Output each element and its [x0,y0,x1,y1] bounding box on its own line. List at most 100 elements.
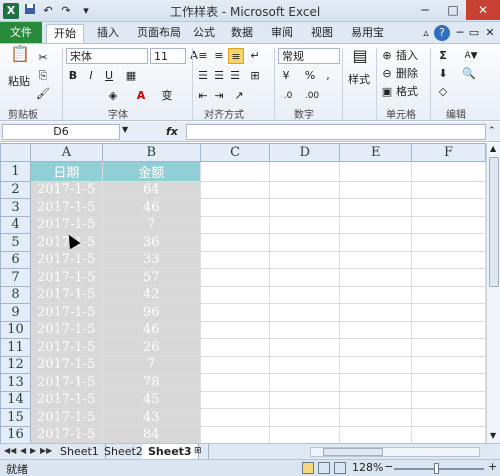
merge-cells-icon[interactable]: ⊞ [248,68,262,84]
name-box[interactable]: D6 [2,124,120,140]
empty-cell[interactable] [269,250,341,269]
amount-cell[interactable]: 57 [101,268,201,287]
bold-button[interactable]: B [66,68,80,84]
empty-cell[interactable] [199,180,271,199]
page-break-view-icon[interactable] [334,462,346,474]
header-cell[interactable]: 日期 [29,160,103,182]
header-cell[interactable]: 金额 [101,160,201,182]
column-header[interactable]: E [339,143,413,162]
empty-cell[interactable] [269,160,341,182]
find-select-icon[interactable]: 🔍 [460,66,478,82]
date-cell[interactable]: 2017-1-5 [29,338,103,357]
empty-cell[interactable] [411,250,486,269]
increase-indent-icon[interactable]: ⇥ [212,88,226,104]
styles-icon[interactable]: ▤ [350,48,370,70]
row-header[interactable]: 16 [0,425,31,443]
empty-cell[interactable] [199,338,271,357]
tab-page-layout[interactable]: 页面布局 [130,24,188,43]
amount-cell[interactable]: 46 [101,320,201,339]
empty-cell[interactable] [411,180,486,199]
align-top-icon[interactable]: ≡ [196,48,210,64]
empty-cell[interactable] [411,408,486,427]
empty-cell[interactable] [269,303,341,322]
cut-icon[interactable]: ✂ [36,50,50,66]
name-box-dropdown-icon[interactable]: ▼ [122,125,128,134]
help-icon[interactable]: ? [434,25,450,41]
fill-color-icon[interactable]: ◈ [104,88,122,104]
close-icon[interactable]: ✕ [466,0,500,20]
formula-input[interactable] [186,124,486,140]
wrap-text-icon[interactable]: ↵ [248,48,262,64]
date-cell[interactable]: 2017-1-5 [29,198,103,217]
empty-cell[interactable] [411,338,486,357]
empty-cell[interactable] [199,425,271,443]
empty-cell[interactable] [411,320,486,339]
tab-formulas[interactable]: 公式 [186,24,222,43]
empty-cell[interactable] [411,198,486,217]
scroll-up-icon[interactable]: ▲ [490,144,496,153]
empty-cell[interactable] [269,198,341,217]
maximize-icon[interactable]: □ [440,0,466,20]
empty-cell[interactable] [411,373,486,392]
undo-icon[interactable]: ↶ [40,3,56,19]
paste-icon[interactable]: 📋 [8,46,32,72]
empty-cell[interactable] [411,215,486,234]
format-cells-icon[interactable]: ▣ [380,84,394,100]
empty-cell[interactable] [339,373,413,392]
date-cell[interactable]: 2017-1-5 [29,215,103,234]
orientation-icon[interactable]: ↗ [232,88,246,104]
first-sheet-icon[interactable]: ◀◀ [4,446,16,455]
date-cell[interactable]: 2017-1-5 [29,408,103,427]
amount-cell[interactable]: 26 [101,338,201,357]
column-header[interactable]: F [411,143,486,162]
scroll-thumb[interactable] [489,157,499,287]
empty-cell[interactable] [269,180,341,199]
underline-button[interactable]: U [102,68,116,84]
empty-cell[interactable] [199,233,271,252]
comma-button[interactable]: , [322,68,334,84]
row-header[interactable]: 1 [0,160,31,182]
tab-review[interactable]: 审阅 [264,24,300,43]
row-header[interactable]: 14 [0,390,31,409]
row-header[interactable]: 7 [0,268,31,287]
empty-cell[interactable] [339,180,413,199]
empty-cell[interactable] [199,160,271,182]
horizontal-scroll-thumb[interactable] [323,448,383,456]
align-bottom-icon[interactable]: ≡ [228,48,244,64]
minimize-ribbon-icon[interactable]: ▵ [418,25,434,41]
delete-cells-button[interactable]: 删除 [396,66,424,82]
next-sheet-icon[interactable]: ▶ [30,446,36,455]
empty-cell[interactable] [199,215,271,234]
column-header[interactable]: C [199,143,271,162]
align-middle-icon[interactable]: ≡ [212,48,226,64]
row-header[interactable]: 5 [0,233,31,252]
column-header[interactable]: D [269,143,341,162]
font-color-button[interactable]: A [134,88,148,104]
empty-cell[interactable] [199,285,271,304]
empty-cell[interactable] [339,303,413,322]
zoom-out-icon[interactable]: − [384,460,393,473]
workbook-restore-icon[interactable]: ▭ [466,25,482,41]
empty-cell[interactable] [199,268,271,287]
empty-cell[interactable] [411,390,486,409]
tab-home[interactable]: 开始 [46,24,84,43]
amount-cell[interactable]: 7 [101,355,201,374]
align-right-icon[interactable]: ☰ [228,68,242,84]
amount-cell[interactable]: 96 [101,303,201,322]
empty-cell[interactable] [199,390,271,409]
date-cell[interactable]: 2017-1-5 [29,373,103,392]
horizontal-scrollbar[interactable] [310,447,480,457]
pinyin-button[interactable]: 变 [160,88,174,104]
workbook-close-icon[interactable]: ✕ [482,25,498,41]
zoom-level[interactable]: 128% [352,461,383,474]
minimize-icon[interactable]: ─ [412,0,438,20]
empty-cell[interactable] [269,285,341,304]
currency-icon[interactable]: ¥ [278,68,294,84]
italic-button[interactable]: I [84,68,98,84]
amount-cell[interactable]: 36 [101,233,201,252]
empty-cell[interactable] [339,250,413,269]
empty-cell[interactable] [269,355,341,374]
decrease-decimal-icon[interactable]: .00 [302,88,322,104]
date-cell[interactable]: 2017-1-5 [29,303,103,322]
sort-filter-button[interactable]: A▼ [460,48,482,64]
